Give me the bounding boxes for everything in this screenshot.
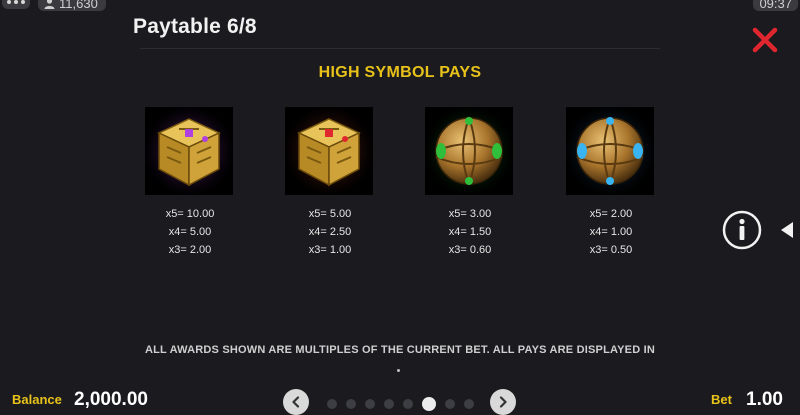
symbol-card: x5= 3.00 x4= 1.50 x3= 0.60 <box>425 107 515 259</box>
purple-gold-cube-icon <box>145 107 233 195</box>
pay-line: x3= 0.60 <box>448 244 492 256</box>
player-count-badge: 11,630 <box>38 0 106 11</box>
menu-button[interactable] <box>2 0 30 9</box>
pay-line: x4= 2.50 <box>308 226 352 238</box>
page-dot[interactable] <box>403 399 413 409</box>
chevron-right-icon <box>499 396 507 408</box>
title-divider <box>140 48 660 49</box>
pay-line: x5= 5.00 <box>308 208 352 220</box>
page-dot[interactable] <box>365 399 375 409</box>
close-icon <box>752 27 778 53</box>
page-title: Paytable 6/8 <box>133 15 257 38</box>
pay-line: x3= 1.00 <box>308 244 352 256</box>
balance-value: 2,000.00 <box>74 389 148 410</box>
menu-dot <box>14 0 18 4</box>
pay-line: x5= 3.00 <box>448 208 492 220</box>
menu-dot <box>7 0 11 4</box>
user-icon <box>44 0 55 9</box>
page-dot[interactable] <box>464 399 474 409</box>
clock: 09:37 <box>753 0 798 11</box>
pay-line: x5= 10.00 <box>165 208 215 220</box>
pay-line: x3= 2.00 <box>168 244 212 256</box>
red-gold-cube-icon <box>285 107 373 195</box>
page-dot[interactable] <box>327 399 337 409</box>
symbol-pays: x5= 5.00 x4= 2.50 x3= 1.00 <box>285 205 375 259</box>
section-heading: HIGH SYMBOL PAYS <box>318 64 482 81</box>
player-count: 11,630 <box>59 0 98 11</box>
pay-line: x5= 2.00 <box>589 208 633 220</box>
close-button[interactable] <box>750 25 780 55</box>
side-panel-toggle[interactable] <box>779 220 795 240</box>
pay-line: x3= 0.50 <box>589 244 633 256</box>
scroll-indicator-dot <box>397 369 400 372</box>
chevron-left-icon <box>292 396 300 408</box>
symbol-card: x5= 5.00 x4= 2.50 x3= 1.00 <box>285 107 375 259</box>
green-gem-orb-icon <box>425 107 513 195</box>
blue-gem-orb-icon <box>566 107 654 195</box>
info-button[interactable] <box>722 210 762 250</box>
page-dot-active[interactable] <box>422 397 436 411</box>
pay-line: x4= 1.50 <box>448 226 492 238</box>
page-dot[interactable] <box>445 399 455 409</box>
bet-label: Bet <box>711 392 732 407</box>
symbol-pays: x5= 10.00 x4= 5.00 x3= 2.00 <box>145 205 235 259</box>
bet-value: 1.00 <box>746 389 783 410</box>
symbol-card: x5= 2.00 x4= 1.00 x3= 0.50 <box>566 107 656 259</box>
page-dot[interactable] <box>346 399 356 409</box>
symbol-pays: x5= 2.00 x4= 1.00 x3= 0.50 <box>566 205 656 259</box>
clock-time: 09:37 <box>759 0 792 11</box>
symbol-card: x5= 10.00 x4= 5.00 x3= 2.00 <box>145 107 235 259</box>
balance-label: Balance <box>12 392 62 407</box>
symbol-pays: x5= 3.00 x4= 1.50 x3= 0.60 <box>425 205 515 259</box>
menu-dot <box>21 0 25 4</box>
pay-line: x4= 5.00 <box>168 226 212 238</box>
triangle-left-icon <box>781 222 793 238</box>
info-icon <box>722 210 762 250</box>
page-indicator <box>327 397 474 411</box>
next-page-button[interactable] <box>490 389 516 415</box>
awards-disclaimer: ALL AWARDS SHOWN ARE MULTIPLES OF THE CU… <box>144 344 656 356</box>
page-dot[interactable] <box>384 399 394 409</box>
previous-page-button[interactable] <box>283 389 309 415</box>
pay-line: x4= 1.00 <box>589 226 633 238</box>
